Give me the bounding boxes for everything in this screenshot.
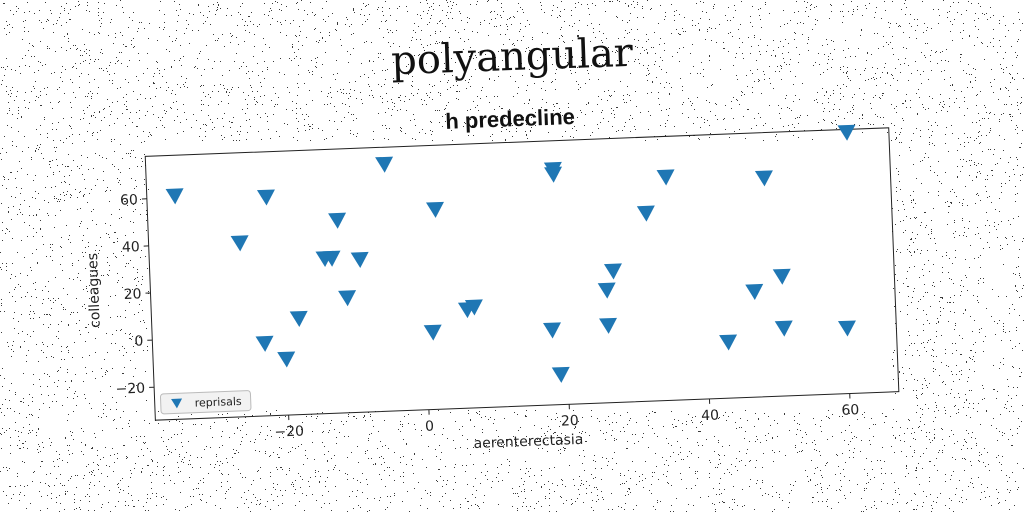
chart-title: h predecline bbox=[445, 104, 575, 134]
scatter-chart: h predecline −20 0 20 40 60 −20 0 20 40 60 aerent… bbox=[85, 104, 900, 452]
data-point bbox=[551, 366, 570, 383]
data-point bbox=[597, 282, 616, 299]
legend-label: reprisals bbox=[195, 395, 243, 410]
data-point bbox=[256, 189, 275, 206]
data-point bbox=[230, 235, 249, 252]
y-tick-label: −20 bbox=[115, 381, 145, 398]
data-point bbox=[350, 251, 369, 268]
x-tick-label: −20 bbox=[274, 423, 304, 440]
x-tick-label: 60 bbox=[841, 402, 859, 419]
data-point bbox=[837, 320, 856, 337]
data-point bbox=[255, 335, 274, 352]
y-tick-label: 20 bbox=[123, 286, 141, 303]
data-point bbox=[754, 170, 773, 187]
data-marks bbox=[165, 124, 856, 383]
data-point bbox=[636, 205, 655, 222]
data-point bbox=[423, 324, 442, 341]
data-point bbox=[338, 290, 357, 307]
x-axis-label: aerenterectasia bbox=[473, 432, 583, 452]
data-point bbox=[774, 320, 793, 337]
legend: reprisals bbox=[159, 390, 252, 415]
chart-group: h predecline −20 0 20 40 60 −20 0 20 40 60 aerent… bbox=[85, 104, 900, 452]
data-point bbox=[425, 201, 444, 218]
x-tick-label: 0 bbox=[425, 418, 435, 434]
y-tick-label: 60 bbox=[120, 192, 138, 209]
data-point bbox=[837, 124, 856, 141]
y-axis-label: colleagues bbox=[85, 253, 104, 328]
y-tick-label: 40 bbox=[122, 239, 140, 256]
data-point bbox=[289, 310, 308, 327]
data-point bbox=[544, 166, 563, 183]
y-tick-label: 0 bbox=[134, 333, 144, 349]
data-point bbox=[719, 334, 738, 351]
data-point bbox=[745, 283, 764, 301]
data-point bbox=[656, 169, 675, 186]
data-point bbox=[165, 188, 184, 205]
data-point bbox=[543, 322, 561, 339]
x-tick-label: 20 bbox=[561, 413, 579, 430]
data-point bbox=[277, 351, 296, 368]
data-point bbox=[599, 317, 618, 334]
data-point bbox=[772, 268, 791, 285]
data-point bbox=[328, 212, 347, 229]
data-point bbox=[375, 156, 394, 173]
data-point bbox=[603, 263, 622, 280]
x-tick-label: 40 bbox=[701, 408, 719, 425]
